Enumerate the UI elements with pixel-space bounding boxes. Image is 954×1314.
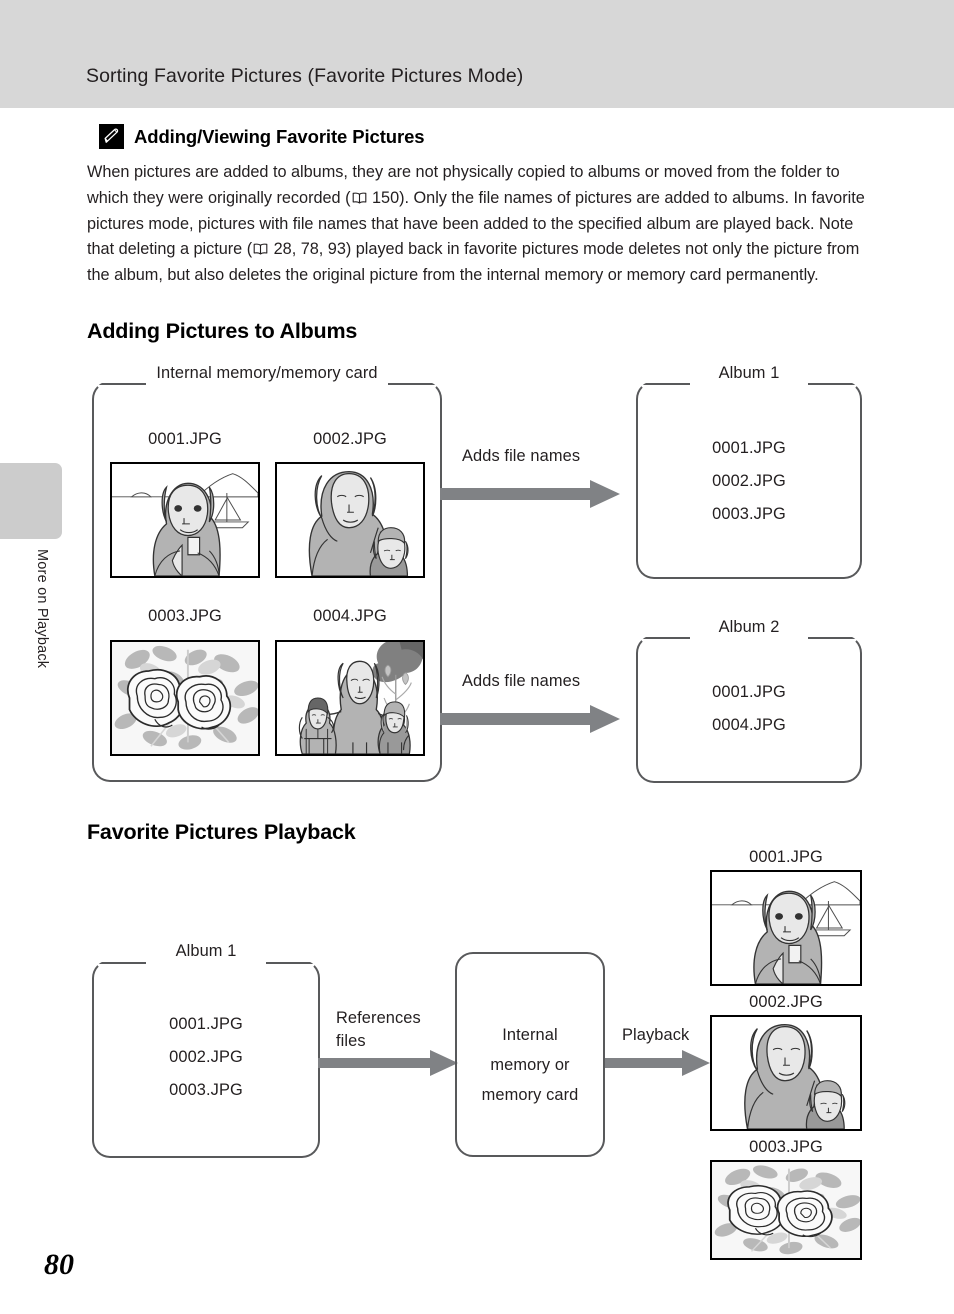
arrow-label-references-files: References files	[336, 1007, 421, 1053]
memory-box-line-3: memory card	[481, 1086, 579, 1104]
arrow-to-album-1	[440, 480, 620, 508]
note-body: When pictures are added to albums, they …	[87, 160, 869, 289]
output-thumbnail-0003	[710, 1160, 862, 1260]
output-thumbnail-label: 0002.JPG	[749, 993, 823, 1011]
manual-reference-icon	[253, 243, 268, 255]
page-header-band: Sorting Favorite Pictures (Favorite Pict…	[0, 0, 954, 108]
chapter-tab-label: More on Playback	[34, 549, 50, 669]
thumbnail-label: 0002.JPG	[313, 430, 387, 448]
album-file-item: 0001.JPG	[169, 1015, 243, 1033]
album-file-item: 0001.JPG	[712, 683, 786, 701]
output-thumbnail-0002	[710, 1015, 862, 1131]
page-number: 80	[44, 1248, 74, 1281]
page-title: Sorting Favorite Pictures (Favorite Pict…	[86, 65, 524, 87]
playback-album-1-caption: Album 1	[175, 942, 237, 960]
section-heading-adding-pictures: Adding Pictures to Albums	[87, 319, 358, 343]
pencil-icon	[99, 124, 124, 149]
output-thumbnail-label: 0001.JPG	[749, 848, 823, 866]
arrow-to-album-2	[440, 705, 620, 733]
thumbnail-label: 0004.JPG	[313, 607, 387, 625]
arrow-playback	[605, 1050, 710, 1076]
arrow-label-adds-file-names-1: Adds file names	[462, 447, 581, 465]
playback-album-1-file-list: 0001.JPG 0002.JPG 0003.JPG	[92, 1008, 320, 1107]
album-1-file-list: 0001.JPG 0002.JPG 0003.JPG	[636, 432, 862, 531]
section-heading-favorite-playback: Favorite Pictures Playback	[87, 820, 356, 844]
output-thumbnail-0001	[710, 870, 862, 986]
album-file-item: 0003.JPG	[169, 1081, 243, 1099]
thumbnail-image-0002	[275, 462, 425, 578]
album-2-file-list: 0001.JPG 0004.JPG	[636, 676, 862, 742]
album-file-item: 0002.JPG	[169, 1048, 243, 1066]
album-1-caption: Album 1	[718, 364, 780, 382]
album-file-item: 0002.JPG	[712, 472, 786, 490]
chapter-tab-marker	[0, 463, 62, 539]
arrow-label-line-1: References	[336, 1009, 421, 1027]
memory-box-line-2: memory or	[490, 1056, 570, 1074]
thumbnail-label: 0001.JPG	[148, 430, 222, 448]
thumbnail-image-0003	[110, 640, 260, 756]
internal-memory-box-text: Internal memory or memory card	[455, 1020, 605, 1110]
thumbnail-image-0004	[275, 640, 425, 756]
album-file-item: 0001.JPG	[712, 439, 786, 457]
album-file-item: 0004.JPG	[712, 716, 786, 734]
thumbnail-image-0001	[110, 462, 260, 578]
source-container-caption: Internal memory/memory card	[156, 364, 378, 382]
note-heading: Adding/Viewing Favorite Pictures	[134, 126, 425, 147]
album-2-caption: Album 2	[718, 618, 780, 636]
arrow-label-adds-file-names-2: Adds file names	[462, 672, 581, 690]
album-file-item: 0003.JPG	[712, 505, 786, 523]
thumbnail-label: 0003.JPG	[148, 607, 222, 625]
arrow-references-files	[318, 1050, 458, 1076]
memory-box-line-1: Internal	[502, 1026, 558, 1044]
output-thumbnail-label: 0003.JPG	[749, 1138, 823, 1156]
manual-reference-icon	[352, 192, 367, 204]
arrow-label-playback: Playback	[622, 1026, 690, 1044]
